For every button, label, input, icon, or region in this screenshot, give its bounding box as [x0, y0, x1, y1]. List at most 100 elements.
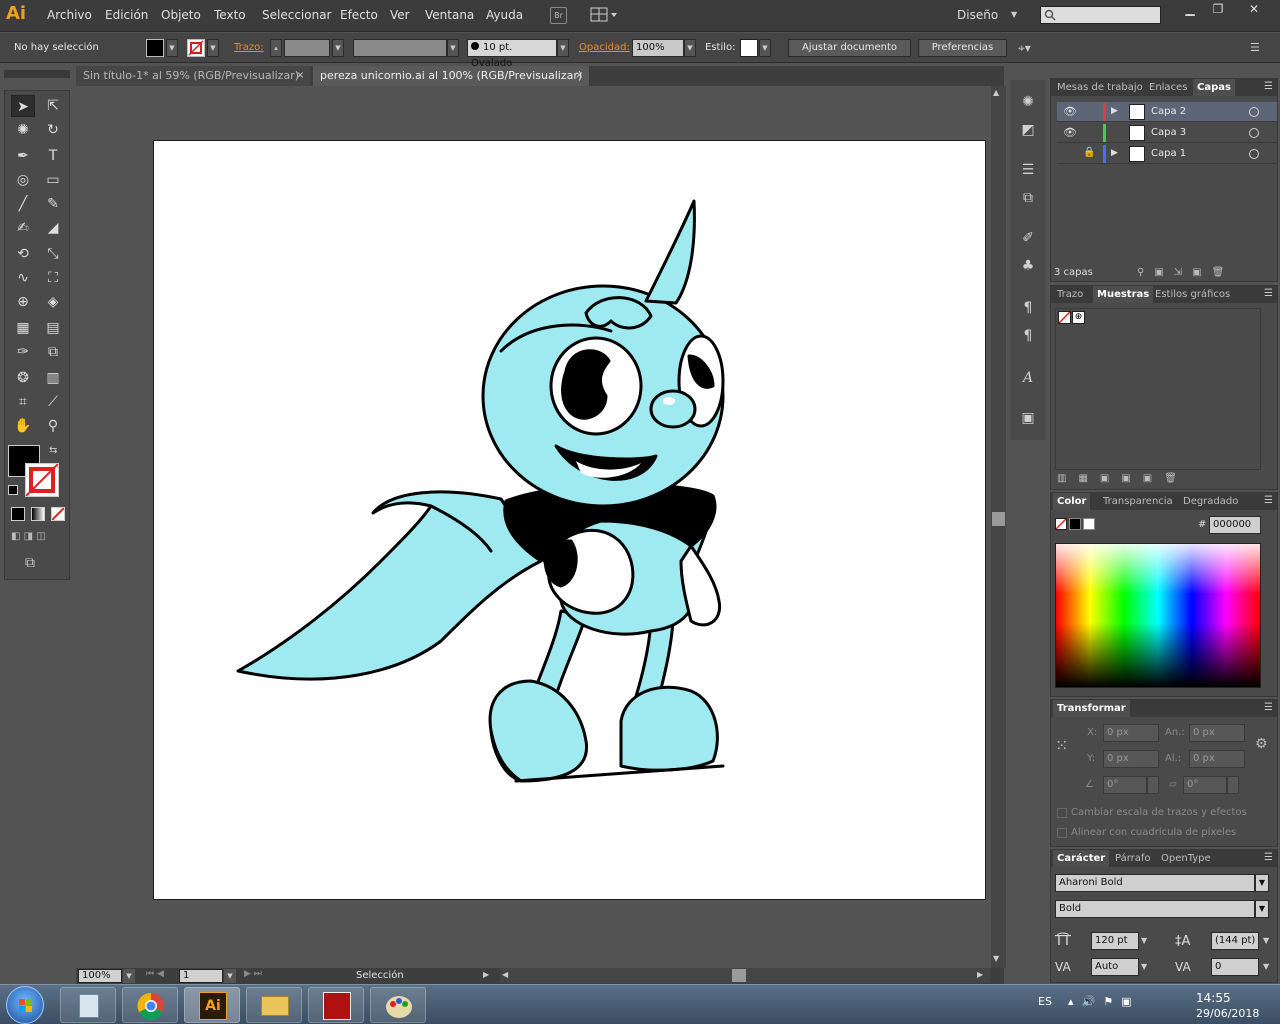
layer-name[interactable]: Capa 2	[1151, 106, 1186, 117]
white-color-chip[interactable]	[1083, 518, 1095, 530]
draw-modes-icons[interactable]: ◧ ◨ ◫	[11, 531, 67, 547]
lock-icon[interactable]: 🔒	[1083, 147, 1095, 158]
scroll-left-icon[interactable]: ◀	[502, 970, 508, 979]
none-swatch[interactable]	[1058, 311, 1071, 324]
font-style-dropdown[interactable]: ▼	[1255, 900, 1269, 918]
tab-gradient[interactable]: Degradado	[1179, 493, 1242, 510]
close-icon[interactable]: ✕	[1240, 2, 1268, 18]
panel-menu-icon[interactable]: ☰	[1264, 852, 1273, 863]
tab-color[interactable]: Color	[1053, 493, 1091, 510]
tab-opentype[interactable]: OpenType	[1157, 850, 1215, 867]
shape-builder-tool-icon[interactable]: ⊕	[11, 291, 35, 313]
vertical-scroll-thumb[interactable]	[992, 512, 1005, 526]
close-tab-icon[interactable]: ×	[575, 66, 583, 86]
zoom-dropdown[interactable]: ▼	[123, 969, 135, 983]
kerning-dropdown[interactable]: ▼	[1141, 962, 1147, 971]
scroll-up-icon[interactable]: ▲	[993, 88, 999, 97]
tracking-dropdown[interactable]: ▼	[1263, 962, 1269, 971]
font-size-dropdown[interactable]: ▼	[1141, 936, 1147, 945]
tracking-field[interactable]: 0	[1211, 958, 1259, 976]
navigator-panel-icon[interactable]: ▣	[1018, 408, 1038, 428]
artboard[interactable]	[153, 140, 986, 900]
layer-row[interactable]: 👁 ▶ Capa 2	[1057, 102, 1277, 122]
stroke-dropdown[interactable]: ▼	[207, 39, 219, 57]
horizontal-scroll-thumb[interactable]	[732, 969, 746, 982]
paintbrush-tool-icon[interactable]: ╱	[11, 193, 35, 215]
panel-menu-icon[interactable]: ☰	[1264, 702, 1273, 713]
acrobat-taskbar-icon[interactable]	[308, 987, 364, 1023]
system-tray-icons[interactable]: ▴🔊⚑▣	[1068, 995, 1139, 1008]
stroke-weight-stepper[interactable]: ▴	[270, 39, 282, 57]
scroll-down-icon[interactable]: ▼	[993, 954, 999, 963]
artboard-dropdown[interactable]: ▼	[224, 969, 236, 983]
minimize-icon[interactable]: ▁	[1176, 2, 1204, 18]
appearance-panel-icon[interactable]: ✺	[1018, 92, 1038, 112]
help-search-input[interactable]	[1040, 6, 1161, 24]
live-paint-tool-icon[interactable]: ◈	[41, 291, 65, 313]
tab-swatches[interactable]: Muestras	[1093, 286, 1154, 303]
character-styles-panel-icon[interactable]: ¶	[1018, 298, 1038, 318]
tab-paragraph[interactable]: Párrafo	[1111, 850, 1155, 867]
warp-tool-icon[interactable]: ∿	[11, 267, 35, 289]
rectangle-tool-icon[interactable]: ▭	[41, 169, 65, 191]
isolation-icon[interactable]: ⌖▾	[1018, 41, 1031, 56]
tab-graphic-styles[interactable]: Estilos gráficos	[1151, 286, 1234, 303]
unicorn-character-illustration[interactable]	[154, 141, 987, 901]
registration-swatch[interactable]: ⊕	[1072, 311, 1085, 324]
tab-character[interactable]: Carácter	[1053, 850, 1110, 867]
stroke-color-box[interactable]	[25, 463, 59, 497]
eraser-tool-icon[interactable]: ◢	[41, 217, 65, 239]
fill-dropdown[interactable]: ▼	[166, 39, 178, 57]
eye-icon[interactable]: 👁	[1063, 105, 1077, 118]
panel-menu-icon[interactable]: ☰	[1264, 495, 1273, 506]
slice-tool-icon[interactable]: ⟋	[41, 391, 65, 413]
pen-tool-icon[interactable]: ✒	[11, 145, 35, 167]
rotate-dropdown[interactable]	[1147, 776, 1159, 794]
opacity-field[interactable]: 100%	[632, 39, 684, 57]
gradient-tool-icon[interactable]: ▤	[41, 317, 65, 339]
stroke-label[interactable]: Trazo:	[234, 42, 264, 53]
gradient-mode-button[interactable]	[31, 507, 45, 521]
eyedropper-tool-icon[interactable]: ✑	[11, 341, 35, 363]
brush-dropdown[interactable]: ▼	[557, 39, 569, 57]
layer-row[interactable]: 🔒 ▶ Capa 1	[1057, 144, 1277, 164]
stroke-swatch[interactable]	[187, 39, 205, 57]
scroll-right-icon[interactable]: ▶	[977, 970, 983, 979]
scale-tool-icon[interactable]: ⤡	[41, 243, 65, 265]
explorer-taskbar-icon[interactable]	[246, 987, 302, 1023]
reference-point-icon[interactable]: ⁙	[1055, 736, 1073, 755]
selection-tool-icon[interactable]: ➤	[11, 95, 35, 117]
layer-name[interactable]: Capa 3	[1151, 127, 1186, 138]
x-field[interactable]: 0 px	[1103, 724, 1159, 742]
lasso-tool-icon[interactable]: ↻	[41, 119, 65, 141]
expand-arrow-icon[interactable]: ▶	[1111, 106, 1118, 116]
symbols-panel-icon[interactable]: ♣	[1018, 256, 1038, 276]
font-family-field[interactable]: Aharoni Bold	[1055, 874, 1255, 892]
variable-width-field[interactable]	[353, 39, 447, 57]
opacity-label[interactable]: Opacidad:	[579, 42, 630, 53]
width-field[interactable]: 0 px	[1189, 724, 1245, 742]
artboard-number-field[interactable]: 1	[179, 969, 223, 983]
style-swatch[interactable]	[740, 39, 758, 57]
swap-fill-stroke-icon[interactable]: ⇆	[49, 445, 57, 456]
font-family-dropdown[interactable]: ▼	[1255, 874, 1269, 892]
color-mode-button[interactable]	[11, 507, 25, 521]
tab-transparency[interactable]: Transparencia	[1099, 493, 1177, 510]
blend-tool-icon[interactable]: ⧉	[41, 341, 65, 363]
rotate-field[interactable]: 0°	[1103, 776, 1147, 794]
mesh-tool-icon[interactable]: ▦	[11, 317, 35, 339]
brush-field[interactable]: 10 pt. Ovalado	[467, 39, 557, 69]
scale-strokes-checkbox[interactable]	[1057, 808, 1067, 818]
font-style-field[interactable]: Bold	[1055, 900, 1255, 918]
clock-date[interactable]: 29/06/2018	[1196, 1007, 1259, 1020]
stroke-weight-dropdown[interactable]: ▼	[332, 39, 344, 57]
clock-time[interactable]: 14:55	[1196, 991, 1231, 1005]
restore-icon[interactable]: ❐	[1204, 2, 1232, 18]
layer-name[interactable]: Capa 1	[1151, 148, 1186, 159]
paint-taskbar-icon[interactable]	[370, 987, 426, 1023]
variable-width-dropdown[interactable]: ▼	[447, 39, 459, 57]
workspace-switcher[interactable]: Diseño	[957, 8, 998, 22]
magic-wand-tool-icon[interactable]: ✺	[11, 119, 35, 141]
close-tab-icon[interactable]: ×	[296, 66, 304, 86]
brushes-panel-icon[interactable]: ✐	[1018, 228, 1038, 248]
